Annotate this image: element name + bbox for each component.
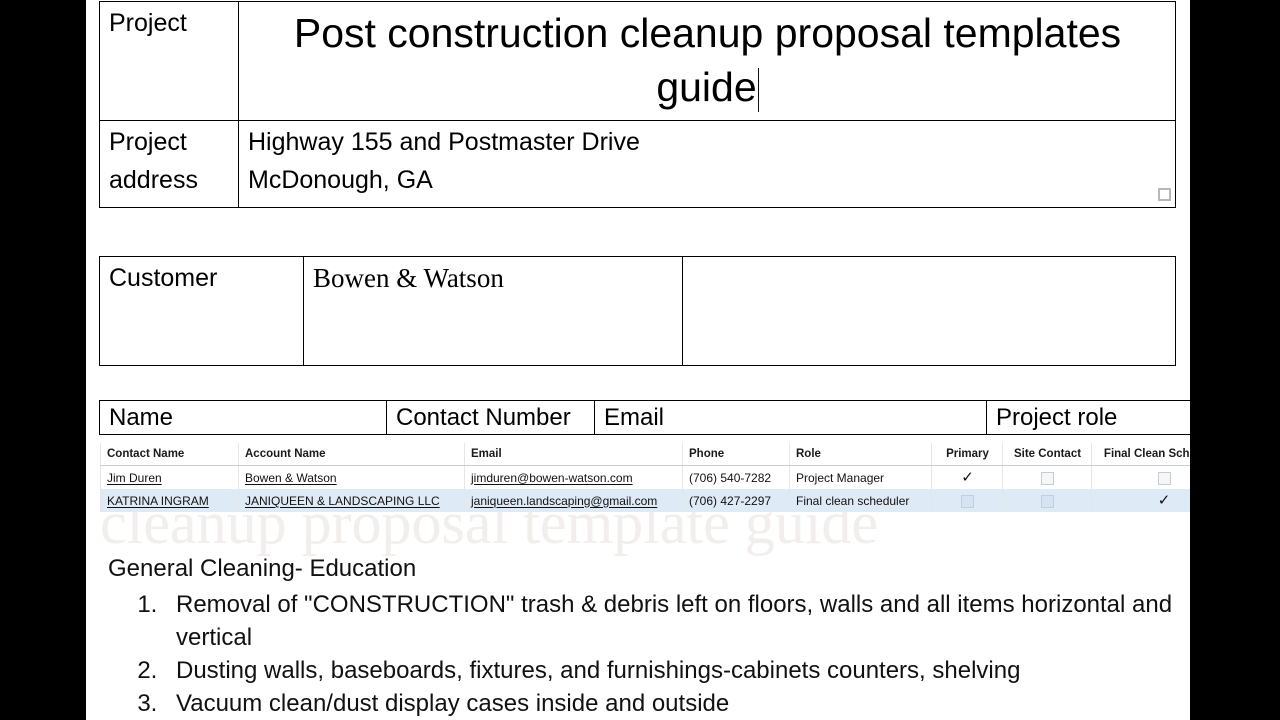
contacts-grid-header-row: Contact Name Account Name Email Phone Ro… xyxy=(100,443,1190,466)
project-label-cell: Project xyxy=(99,1,239,121)
letterbox-bar-right xyxy=(1190,0,1280,720)
contact-name-link[interactable]: KATRINA INGRAM xyxy=(107,494,209,508)
list-item: Removal of "CONSTRUCTION" trash & debris… xyxy=(164,588,1178,654)
project-address-label-line1: Project xyxy=(109,128,187,156)
letterbox-bar-left xyxy=(0,0,86,720)
checkbox-unchecked-icon[interactable] xyxy=(1157,471,1171,485)
cell-primary-checkbox[interactable]: ✓ xyxy=(931,465,1003,489)
project-address-label-line2: address xyxy=(109,166,198,194)
account-name-link[interactable]: Bowen & Watson xyxy=(245,471,337,485)
contacts-header-table[interactable]: Name Contact Number Email Project role xyxy=(99,400,1190,435)
customer-name-cell[interactable]: Bowen & Watson xyxy=(303,256,683,366)
col-header-final-clean-scheduler[interactable]: Final Clean Scheduler xyxy=(1091,443,1190,466)
project-table[interactable]: Project Post construction cleanup propos… xyxy=(99,1,1176,208)
email-link[interactable]: jimduren@bowen-watson.com xyxy=(471,471,633,485)
cell-site-contact-checkbox[interactable] xyxy=(1002,465,1092,489)
project-title-cell[interactable]: Post construction cleanup proposal templ… xyxy=(238,1,1176,121)
cell-account-name[interactable]: Bowen & Watson xyxy=(238,465,465,489)
contact-name-link[interactable]: Jim Duren xyxy=(107,471,162,485)
contacts-header-email: Email xyxy=(594,400,987,435)
project-address-line2: McDonough, GA xyxy=(248,166,433,194)
col-header-role[interactable]: Role xyxy=(789,443,932,466)
col-header-account-name[interactable]: Account Name xyxy=(238,443,465,466)
checkbox-unchecked-icon[interactable] xyxy=(961,494,974,508)
email-link[interactable]: janiqueen.landscaping@gmail.com xyxy=(471,494,657,508)
cell-primary-checkbox[interactable] xyxy=(931,489,1003,512)
check-icon: ✓ xyxy=(1157,492,1171,510)
page-title: Post construction cleanup proposal templ… xyxy=(293,10,1122,110)
contacts-data-grid[interactable]: Contact Name Account Name Email Phone Ro… xyxy=(100,443,1190,512)
check-icon: ✓ xyxy=(961,469,974,487)
table-resize-handle[interactable] xyxy=(1158,188,1171,201)
cell-role[interactable]: Final clean scheduler xyxy=(789,489,932,512)
project-address-value-cell[interactable]: Highway 155 and Postmaster Drive McDonou… xyxy=(238,120,1176,208)
customer-label-cell: Customer xyxy=(99,256,304,366)
contacts-header-contact-number: Contact Number xyxy=(386,400,595,435)
list-item: Dusting walls, baseboards, fixtures, and… xyxy=(164,654,1178,687)
contacts-header-row: Name Contact Number Email Project role xyxy=(99,400,1190,435)
table-row[interactable]: Jim Duren Bowen & Watson jimduren@bowen-… xyxy=(100,465,1190,489)
contacts-header-name: Name xyxy=(99,400,387,435)
cell-role[interactable]: Project Manager xyxy=(789,465,932,489)
cell-phone[interactable]: (706) 427-2297 xyxy=(682,489,790,512)
cell-contact-name[interactable]: KATRINA INGRAM xyxy=(100,489,239,512)
table-row[interactable]: KATRINA INGRAM JANIQUEEN & LANDSCAPING L… xyxy=(100,489,1190,512)
col-header-phone[interactable]: Phone xyxy=(682,443,790,466)
col-header-contact-name[interactable]: Contact Name xyxy=(100,443,239,466)
cell-final-clean-checkbox[interactable]: ✓ xyxy=(1091,489,1190,512)
col-header-site-contact[interactable]: Site Contact xyxy=(1002,443,1092,466)
cell-email[interactable]: jimduren@bowen-watson.com xyxy=(464,465,683,489)
col-header-primary[interactable]: Primary xyxy=(931,443,1003,466)
cell-account-name[interactable]: JANIQUEEN & LANDSCAPING LLC xyxy=(238,489,465,512)
col-header-email[interactable]: Email xyxy=(464,443,683,466)
text-caret xyxy=(757,68,759,112)
customer-empty-cell[interactable] xyxy=(682,256,1176,366)
contacts-header-project-role: Project role xyxy=(986,400,1190,435)
project-address-line1: Highway 155 and Postmaster Drive xyxy=(248,128,640,156)
list-item: Vacuum clean/dust display cases inside a… xyxy=(164,687,1178,720)
cell-phone[interactable]: (706) 540-7282 xyxy=(682,465,790,489)
section-heading: General Cleaning- Education xyxy=(108,555,417,582)
customer-table[interactable]: Customer Bowen & Watson xyxy=(99,256,1176,366)
contacts-grid-head: Contact Name Account Name Email Phone Ro… xyxy=(100,443,1190,466)
cell-final-clean-checkbox[interactable] xyxy=(1091,465,1190,489)
cell-email[interactable]: janiqueen.landscaping@gmail.com xyxy=(464,489,683,512)
project-address-label-cell: Project address xyxy=(99,120,239,208)
checkbox-unchecked-icon[interactable] xyxy=(1041,471,1054,485)
project-title-row: Project Post construction cleanup propos… xyxy=(99,1,1176,121)
customer-row: Customer Bowen & Watson xyxy=(99,256,1176,366)
checkbox-unchecked-icon[interactable] xyxy=(1041,494,1054,508)
cell-contact-name[interactable]: Jim Duren xyxy=(100,465,239,489)
document-page[interactable]: cleanup proposal template guide Project … xyxy=(86,0,1190,720)
contacts-grid-body: Jim Duren Bowen & Watson jimduren@bowen-… xyxy=(100,465,1190,512)
body-copy-section: General Cleaning- Education Removal of "… xyxy=(108,552,1178,720)
cell-site-contact-checkbox[interactable] xyxy=(1002,489,1092,512)
cleaning-tasks-list: Removal of "CONSTRUCTION" trash & debris… xyxy=(108,588,1178,720)
project-address-row: Project address Highway 155 and Postmast… xyxy=(99,120,1176,208)
screen-root: cleanup proposal template guide Project … xyxy=(0,0,1280,720)
account-name-link[interactable]: JANIQUEEN & LANDSCAPING LLC xyxy=(245,494,440,508)
